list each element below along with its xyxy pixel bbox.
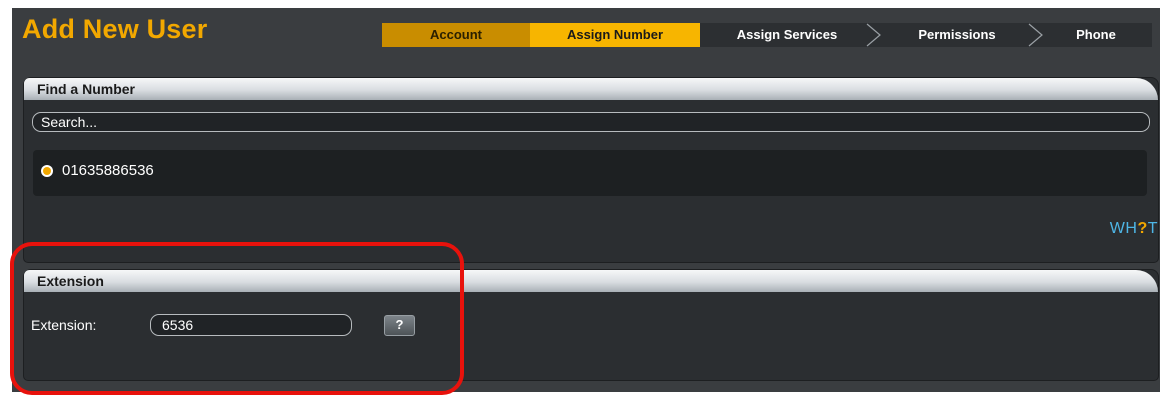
number-value: 01635886536 [62, 162, 154, 179]
add-user-window: Add New User Account Assign Number Assig… [12, 8, 1160, 392]
step-phone-label: Phone [1076, 27, 1116, 42]
step-chevron-icon [866, 23, 881, 47]
step-assign-services-label: Assign Services [736, 27, 838, 42]
brand-logo: WH?T [1109, 220, 1158, 237]
number-option[interactable]: 01635886536 [41, 162, 154, 179]
wizard-steps: Account Assign Number Assign Services Pe… [382, 23, 1152, 47]
extension-header: Extension [24, 270, 1158, 292]
extension-panel: Extension Extension: ? [24, 270, 1158, 380]
step-arrow-icon [516, 23, 530, 47]
number-list: 01635886536 [33, 150, 1147, 196]
extension-field[interactable] [150, 314, 352, 336]
radio-selected-icon[interactable] [41, 164, 53, 177]
step-chevron-icon [1028, 23, 1043, 47]
step-permissions[interactable]: Permissions [882, 23, 1032, 47]
help-button[interactable]: ? [384, 315, 415, 336]
extension-label: Extension: [31, 317, 97, 333]
step-assign-number[interactable]: Assign Number [530, 23, 700, 47]
find-number-panel: Find a Number 01635886536 WH?T [24, 78, 1158, 262]
step-assign-number-label: Assign Number [566, 27, 664, 42]
step-account[interactable]: Account [382, 23, 530, 47]
find-number-header: Find a Number [24, 78, 1158, 100]
step-phone[interactable]: Phone [1046, 23, 1146, 47]
step-arrow-icon [686, 23, 700, 47]
page-title: Add New User [22, 14, 208, 44]
step-permissions-label: Permissions [918, 27, 996, 42]
search-input[interactable] [32, 112, 1150, 132]
step-assign-services[interactable]: Assign Services [702, 23, 872, 47]
step-account-label: Account [430, 27, 482, 42]
